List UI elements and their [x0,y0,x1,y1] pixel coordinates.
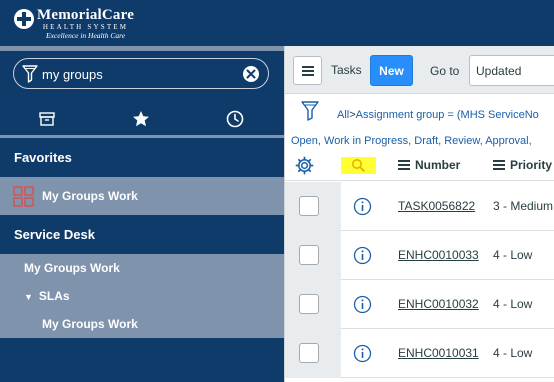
row-select-cell [285,182,341,231]
breadcrumb-all-link[interactable]: All [337,109,349,121]
module-my-groups-work[interactable]: My Groups Work [24,261,120,275]
gear-icon[interactable] [295,156,314,175]
goto-field-select[interactable]: Updated [469,55,554,86]
brand-name: MemorialCare [37,7,135,23]
column-menu-icon[interactable] [398,160,410,170]
table-row[interactable]: TASK0056822 3 - Medium [285,182,554,231]
row-priority: 4 - Low [493,297,533,311]
row-number-link[interactable]: ENHC0010031 [398,346,479,360]
list-toolbar: Tasks New Go to Updated [285,46,554,94]
favorites-header[interactable]: Favorites [0,139,284,177]
expand-triangle-icon: ▼ [24,292,33,302]
navigator-filter[interactable] [13,58,269,89]
info-icon[interactable] [353,197,372,216]
list-title: Tasks [331,63,362,77]
table-row[interactable]: ENHC0010033 4 - Low [285,231,554,280]
service-desk-header[interactable]: Service Desk [0,216,284,254]
favorites-star-icon[interactable] [131,109,151,129]
history-clock-icon[interactable] [225,109,245,129]
table-row[interactable]: ENHC0010031 4 - Low [285,329,554,378]
filter-funnel-icon [22,65,38,83]
info-icon[interactable] [353,295,372,314]
column-search-toggle[interactable] [341,157,376,174]
column-header-number[interactable]: Number [398,158,460,172]
row-select-cell [285,329,341,378]
header-banner: MemorialCare HEALTH SYSTEM Excellence in… [0,0,554,46]
breadcrumb-path: All>Assignment group = (MHS ServiceNo [337,109,539,121]
filter-funnel-icon[interactable] [301,100,319,122]
new-button[interactable]: New [370,55,413,86]
column-header-priority[interactable]: Priority [493,158,552,172]
grid-icon [13,186,34,207]
breadcrumb-states-link[interactable]: Open, Work in Progress, Draft, Review, A… [291,135,532,147]
module-slas[interactable]: ▼ SLAs [24,289,70,303]
favorite-item-label: My Groups Work [42,189,138,203]
filter-input[interactable] [42,64,232,84]
all-apps-archive-icon[interactable] [37,109,57,129]
favorite-item-my-groups-work[interactable]: My Groups Work [0,177,284,215]
row-priority: 4 - Low [493,248,533,262]
row-number-link[interactable]: ENHC0010032 [398,297,479,311]
module-slas-label: SLAs [38,289,70,303]
list-menu-button[interactable] [293,56,322,85]
info-icon[interactable] [353,246,372,265]
breadcrumb-condition-link[interactable]: Assignment group = (MHS ServiceNo [356,109,539,121]
row-checkbox[interactable] [299,245,319,265]
brand-logo[interactable]: MemorialCare HEALTH SYSTEM Excellence in… [14,7,134,40]
module-slas-my-groups-work[interactable]: My Groups Work [42,317,138,331]
row-checkbox[interactable] [299,196,319,216]
row-number-link[interactable]: TASK0056822 [398,199,475,213]
list-panel: Tasks New Go to Updated All>Assignment g… [284,46,554,382]
row-checkbox[interactable] [299,343,319,363]
active-tab-underline [0,135,284,138]
row-select-cell [285,231,341,280]
row-checkbox[interactable] [299,294,319,314]
column-header-priority-label: Priority [510,158,553,172]
clear-filter-icon[interactable] [242,65,260,83]
row-priority: 4 - Low [493,346,533,360]
brand-text: MemorialCare HEALTH SYSTEM Excellence in… [37,7,134,40]
service-desk-modules: My Groups Work ▼ SLAs My Groups Work [0,254,284,338]
table-row[interactable]: ENHC0010032 4 - Low [285,280,554,329]
filter-breadcrumb: All>Assignment group = (MHS ServiceNo Op… [285,95,554,147]
column-header-number-label: Number [415,158,461,172]
row-priority: 3 - Medium [493,199,554,213]
navigator-tabs [0,103,284,135]
cross-logo-icon [14,9,34,29]
row-number-link[interactable]: ENHC0010033 [398,248,479,262]
column-menu-icon[interactable] [493,160,505,170]
brand-subtitle: HEALTH SYSTEM [42,23,129,31]
brand-tagline: Excellence in Health Care [46,31,126,40]
info-icon[interactable] [353,344,372,363]
row-select-cell [285,280,341,329]
table-header: Number Priority [285,151,554,181]
search-icon [352,159,365,172]
application-navigator: Favorites My Groups Work Service Desk My… [0,46,284,382]
navigator-divider [0,46,284,51]
goto-label: Go to [430,64,460,78]
